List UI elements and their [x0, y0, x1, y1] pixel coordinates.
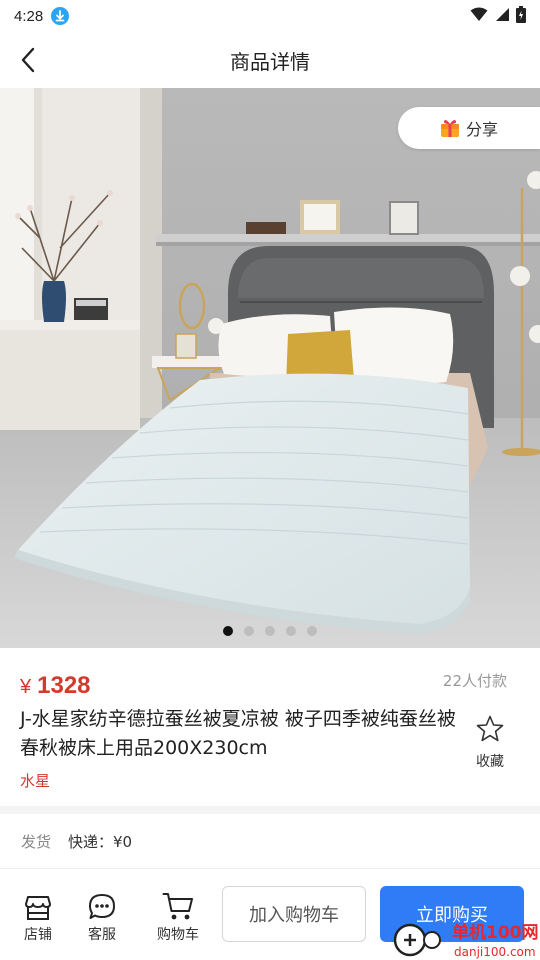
shop-label: 店铺: [24, 927, 52, 943]
signal-icon: [494, 7, 510, 26]
chat-bubble-icon: [72, 891, 132, 921]
cart-button[interactable]: 购物车: [148, 891, 208, 944]
product-photo: [0, 88, 540, 648]
carousel-dot[interactable]: [244, 626, 254, 636]
star-icon: [476, 715, 504, 742]
carousel-indicator: [0, 626, 540, 636]
watermark-url: danji100.com: [454, 945, 536, 959]
shop-button[interactable]: 店铺: [8, 891, 68, 944]
cart-label: 购物车: [157, 927, 199, 943]
status-time: 4:28: [14, 7, 44, 25]
wifi-icon: [470, 7, 488, 26]
shipping-label: 发货: [21, 832, 52, 851]
product-price: ¥1328: [20, 672, 91, 700]
product-detail-page: 4:28 商品详情 分享 ¥ 1328 22人付款 J-水星家纺辛德拉蚕丝被夏凉…: [0, 0, 540, 960]
carousel-dot[interactable]: [265, 626, 275, 636]
customer-service-button[interactable]: 客服: [72, 891, 132, 944]
gift-icon: [441, 120, 459, 137]
cart-icon: [148, 891, 208, 921]
site-watermark: 单机100网 danji100.com: [393, 922, 539, 959]
share-button[interactable]: 分享: [398, 107, 540, 149]
download-notification-icon: [51, 7, 70, 25]
favorite-label: 收藏: [476, 754, 504, 770]
share-label: 分享: [466, 120, 499, 139]
shipping-value: 快递：¥0: [68, 832, 133, 851]
section-divider: [0, 806, 540, 814]
carousel-dot[interactable]: [307, 626, 317, 636]
page-title: 商品详情: [230, 49, 310, 74]
watermark-cn: 单机100网: [452, 922, 539, 943]
store-icon: [8, 891, 68, 921]
battery-icon: [516, 5, 526, 27]
brand-link[interactable]: 水星: [20, 770, 50, 791]
product-name: J-水星家纺辛德拉蚕丝被夏凉被 被子四季被纯蚕丝被春秋被床上用品200X230c…: [20, 708, 456, 759]
carousel-dot[interactable]: [223, 626, 233, 636]
favorite-button[interactable]: 收藏: [470, 714, 510, 771]
carousel-dot[interactable]: [286, 626, 296, 636]
sales-count: 22人付款: [442, 672, 507, 690]
shipping-row: 发货 快递：¥0: [0, 814, 540, 868]
nav-header: 商品详情: [0, 32, 540, 88]
product-info: ¥1328 22人付款 J-水星家纺辛德拉蚕丝被夏凉被 被子四季被纯蚕丝被春秋被…: [0, 648, 540, 806]
chevron-left-icon: [21, 47, 35, 73]
product-image-carousel[interactable]: 分享: [0, 88, 540, 648]
price-value: 1328: [37, 672, 91, 699]
status-icons: [470, 5, 526, 27]
service-label: 客服: [88, 927, 116, 943]
status-bar: 4:28: [0, 0, 540, 32]
currency-symbol: ¥: [20, 676, 32, 698]
add-to-cart-button[interactable]: 加入购物车: [222, 886, 366, 942]
back-button[interactable]: [14, 46, 42, 74]
